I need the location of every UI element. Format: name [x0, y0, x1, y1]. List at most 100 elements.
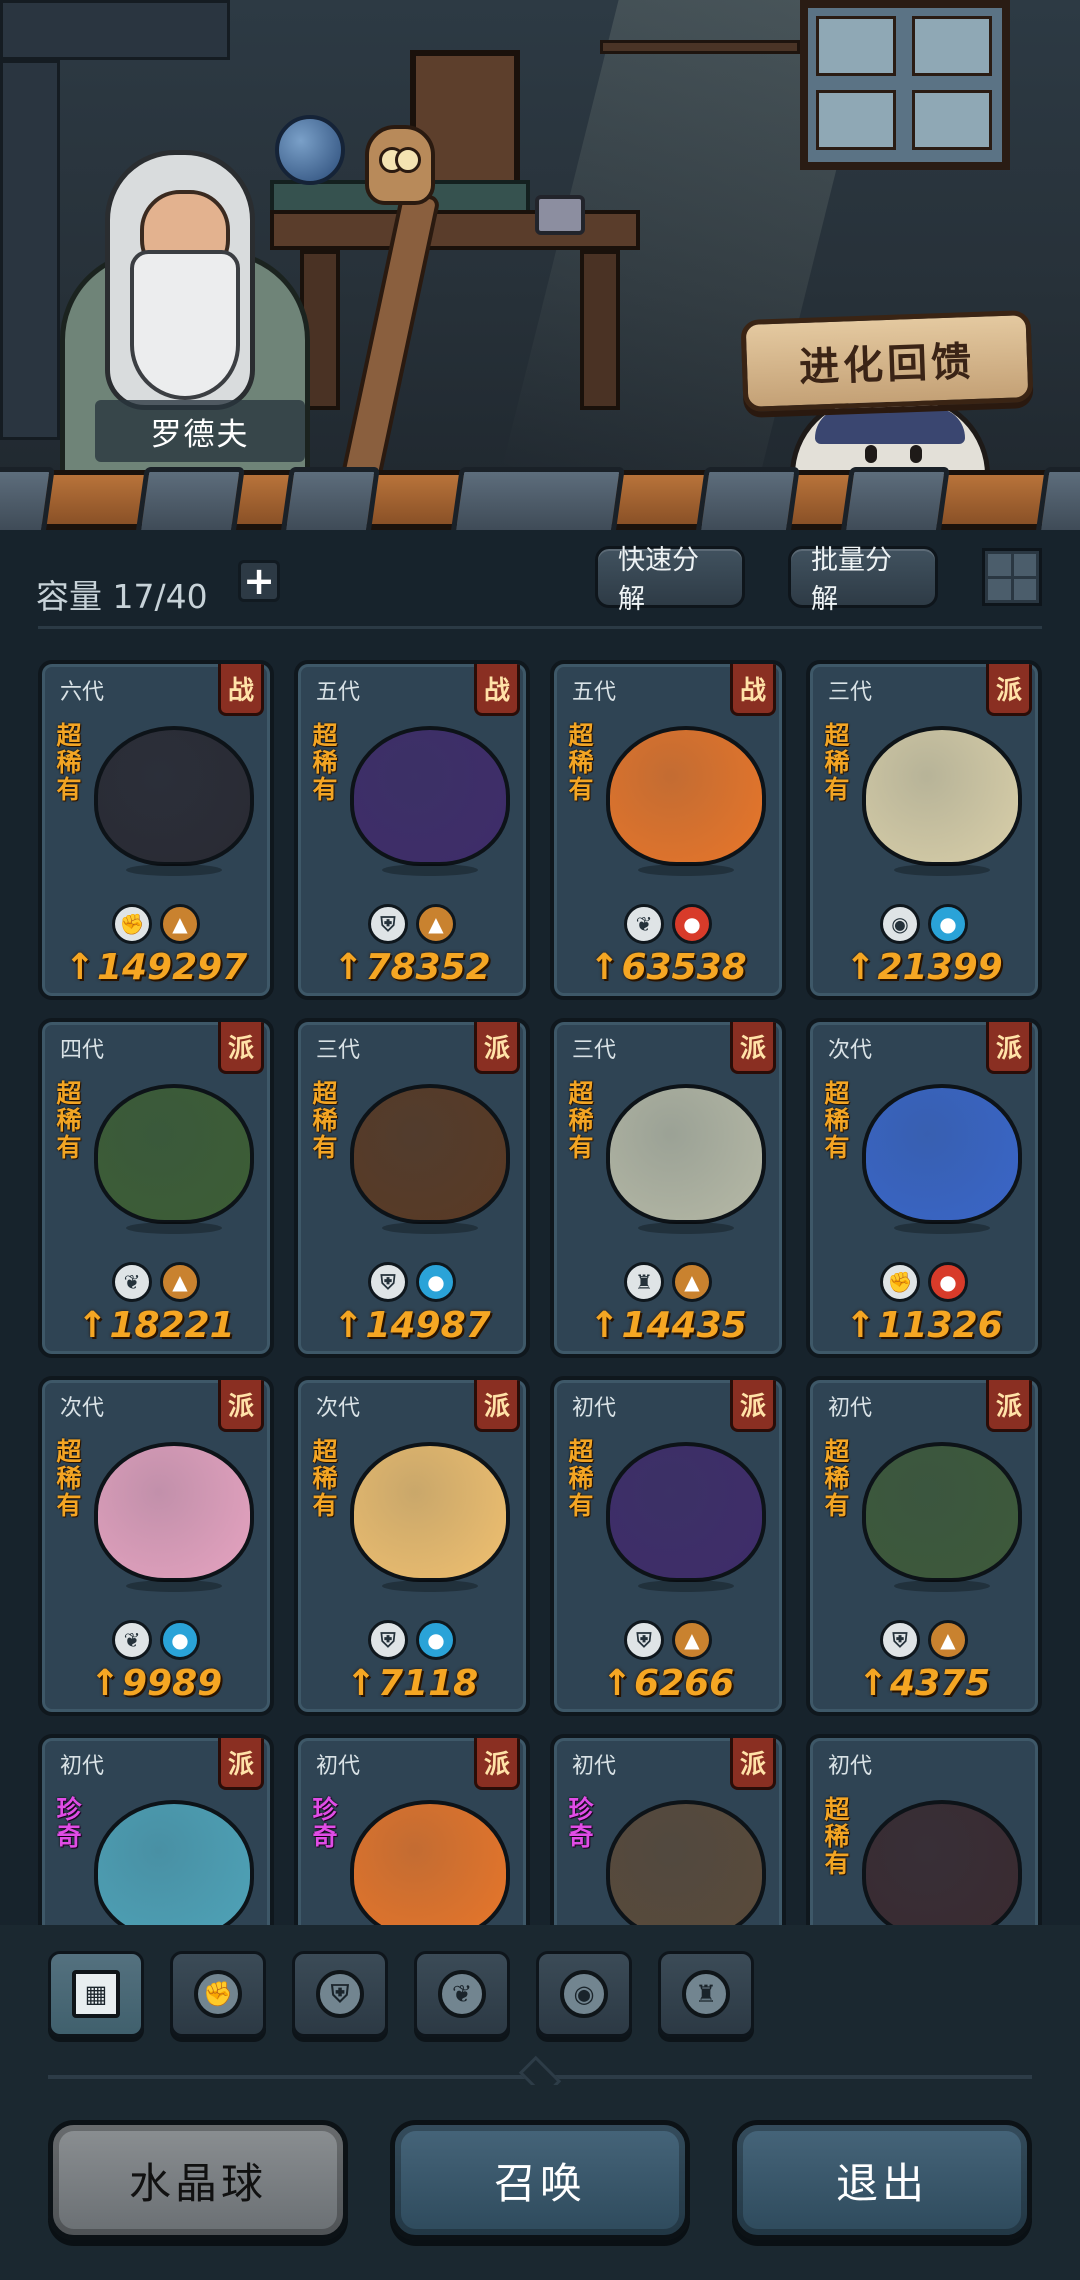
earth-icon: ▲	[160, 904, 200, 944]
capacity-label: 容量 17/40	[36, 577, 208, 616]
faction-tag: 派	[986, 664, 1032, 716]
sprout-icon: ❦	[112, 1620, 152, 1660]
power-value: ↑9989	[42, 1663, 270, 1704]
attribute-badges: ⛨ ▲	[554, 1620, 782, 1660]
rarity-label: 超稀有	[824, 1437, 850, 1520]
grid-view-icon[interactable]	[982, 548, 1042, 606]
creature-card[interactable]: 三代派超稀有 ◉ ● ↑21399	[806, 660, 1042, 1000]
fist-icon: ✊	[194, 1970, 242, 2018]
generation-label: 次代	[828, 1038, 873, 1063]
faction-tag: 派	[986, 1022, 1032, 1074]
faction-tag: 派	[218, 1022, 264, 1074]
tab-tower[interactable]: ♜	[658, 1951, 754, 2037]
faction-tag: 派	[474, 1380, 520, 1432]
generation-label: 初代	[828, 1396, 873, 1421]
creature-portrait	[350, 1084, 510, 1224]
power-number: 78352	[365, 947, 491, 988]
creature-card[interactable]: 初代 派珍奇	[38, 1734, 274, 1925]
attribute-badges: ❦ ▲	[42, 1262, 270, 1302]
sprout-icon: ❦	[112, 1262, 152, 1302]
rarity-label: 超稀有	[824, 1795, 850, 1878]
tab-all[interactable]: ▦	[48, 1951, 144, 2037]
creature-card[interactable]: 五代战超稀有 ❦ ● ↑63538	[550, 660, 786, 1000]
quick-decompose-button[interactable]: 快速分解	[595, 545, 745, 615]
creature-portrait	[606, 1084, 766, 1224]
batch-decompose-button[interactable]: 批量分解	[788, 545, 938, 615]
creature-card[interactable]: 初代 派珍奇	[294, 1734, 530, 1925]
power-number: 21399	[877, 947, 1003, 988]
earth-icon: ▲	[672, 1262, 712, 1302]
creature-card[interactable]: 初代超稀有	[806, 1734, 1042, 1925]
shield-icon: ⛨	[368, 1262, 408, 1302]
power-value: ↑149297	[42, 947, 270, 988]
creature-card[interactable]: 次代派超稀有 ✊ ● ↑11326	[806, 1018, 1042, 1358]
creature-portrait	[606, 1442, 766, 1582]
tower-icon: ♜	[624, 1262, 664, 1302]
shield-icon: ⛨	[624, 1620, 664, 1660]
water-icon: ●	[928, 904, 968, 944]
tab-sprout[interactable]: ❦	[414, 1951, 510, 2037]
generation-label: 次代	[316, 1396, 361, 1421]
creature-portrait	[94, 1084, 254, 1224]
summon-button[interactable]: 召唤	[390, 2120, 690, 2240]
creature-card[interactable]: 初代 派珍奇	[550, 1734, 786, 1925]
power-number: 149297	[96, 947, 248, 988]
creature-card[interactable]: 四代派超稀有 ❦ ▲ ↑18221	[38, 1018, 274, 1358]
creature-card[interactable]: 次代派超稀有 ❦ ● ↑9989	[38, 1376, 274, 1716]
power-number: 11326	[877, 1305, 1003, 1346]
earth-icon: ▲	[928, 1620, 968, 1660]
scene-header: 罗德夫 进化回馈	[0, 0, 1080, 520]
sprout-icon: ❦	[624, 904, 664, 944]
add-capacity-button[interactable]: +	[238, 560, 280, 602]
creature-portrait	[862, 1800, 1022, 1925]
rarity-label: 珍奇	[312, 1795, 338, 1851]
tab-alien[interactable]: ◉	[536, 1951, 632, 2037]
exit-button[interactable]: 退出	[732, 2120, 1032, 2240]
inventory-toolbar: 容量 17/40 + 快速分解 批量分解	[0, 530, 1080, 630]
evolution-feedback-button[interactable]: 进化回馈	[740, 309, 1034, 413]
power-value: ↑78352	[298, 947, 526, 988]
creature-card[interactable]: 三代派超稀有 ⛨ ● ↑14987	[294, 1018, 530, 1358]
faction-tag: 战	[474, 664, 520, 716]
creature-card[interactable]: 六代战超稀有 ✊ ▲ ↑149297	[38, 660, 274, 1000]
shield-icon: ⛨	[368, 1620, 408, 1660]
rarity-label: 超稀有	[568, 721, 594, 804]
attribute-badges: ⛨ ▲	[810, 1620, 1038, 1660]
creature-portrait	[862, 1442, 1022, 1582]
power-icon: ↑	[333, 947, 364, 988]
rarity-label: 超稀有	[56, 1079, 82, 1162]
tab-fist[interactable]: ✊	[170, 1951, 266, 2037]
generation-label: 初代	[828, 1754, 873, 1779]
generation-label: 三代	[316, 1038, 361, 1063]
rarity-label: 超稀有	[56, 721, 82, 804]
attribute-badges: ⛨ ●	[298, 1620, 526, 1660]
creature-portrait	[862, 1084, 1022, 1224]
power-number: 7118	[377, 1663, 479, 1704]
power-number: 9989	[121, 1663, 223, 1704]
power-value: ↑18221	[42, 1305, 270, 1346]
faction-tag: 战	[218, 664, 264, 716]
creature-card[interactable]: 初代派超稀有 ⛨ ▲ ↑4375	[806, 1376, 1042, 1716]
attribute-badges: ✊ ▲	[42, 904, 270, 944]
faction-tag: 战	[730, 664, 776, 716]
shield-icon: ⛨	[880, 1620, 920, 1660]
power-icon: ↑	[845, 1305, 876, 1346]
tab-shield[interactable]: ⛨	[292, 1951, 388, 2037]
creature-portrait	[606, 1800, 766, 1925]
creature-grid[interactable]: 六代战超稀有 ✊ ▲ ↑149297 五代战超稀有 ⛨ ▲ ↑78352 五代战超稀有 ❦ ● ↑63…	[0, 640, 1080, 1925]
ceiling-beam	[0, 0, 230, 60]
generation-label: 三代	[828, 680, 873, 705]
creature-portrait	[94, 726, 254, 866]
creature-portrait	[350, 726, 510, 866]
power-icon: ↑	[601, 1663, 632, 1704]
creature-card[interactable]: 五代战超稀有 ⛨ ▲ ↑78352	[294, 660, 530, 1000]
fist-icon: ✊	[880, 1262, 920, 1302]
shield-icon: ⛨	[368, 904, 408, 944]
attribute-badges: ♜ ▲	[554, 1262, 782, 1302]
crystal-ball-button[interactable]: 水晶球	[48, 2120, 348, 2240]
faction-tag: 派	[218, 1738, 264, 1790]
creature-card[interactable]: 三代派超稀有 ♜ ▲ ↑14435	[550, 1018, 786, 1358]
creature-card[interactable]: 初代派超稀有 ⛨ ▲ ↑6266	[550, 1376, 786, 1716]
power-value: ↑7118	[298, 1663, 526, 1704]
creature-card[interactable]: 次代派超稀有 ⛨ ● ↑7118	[294, 1376, 530, 1716]
